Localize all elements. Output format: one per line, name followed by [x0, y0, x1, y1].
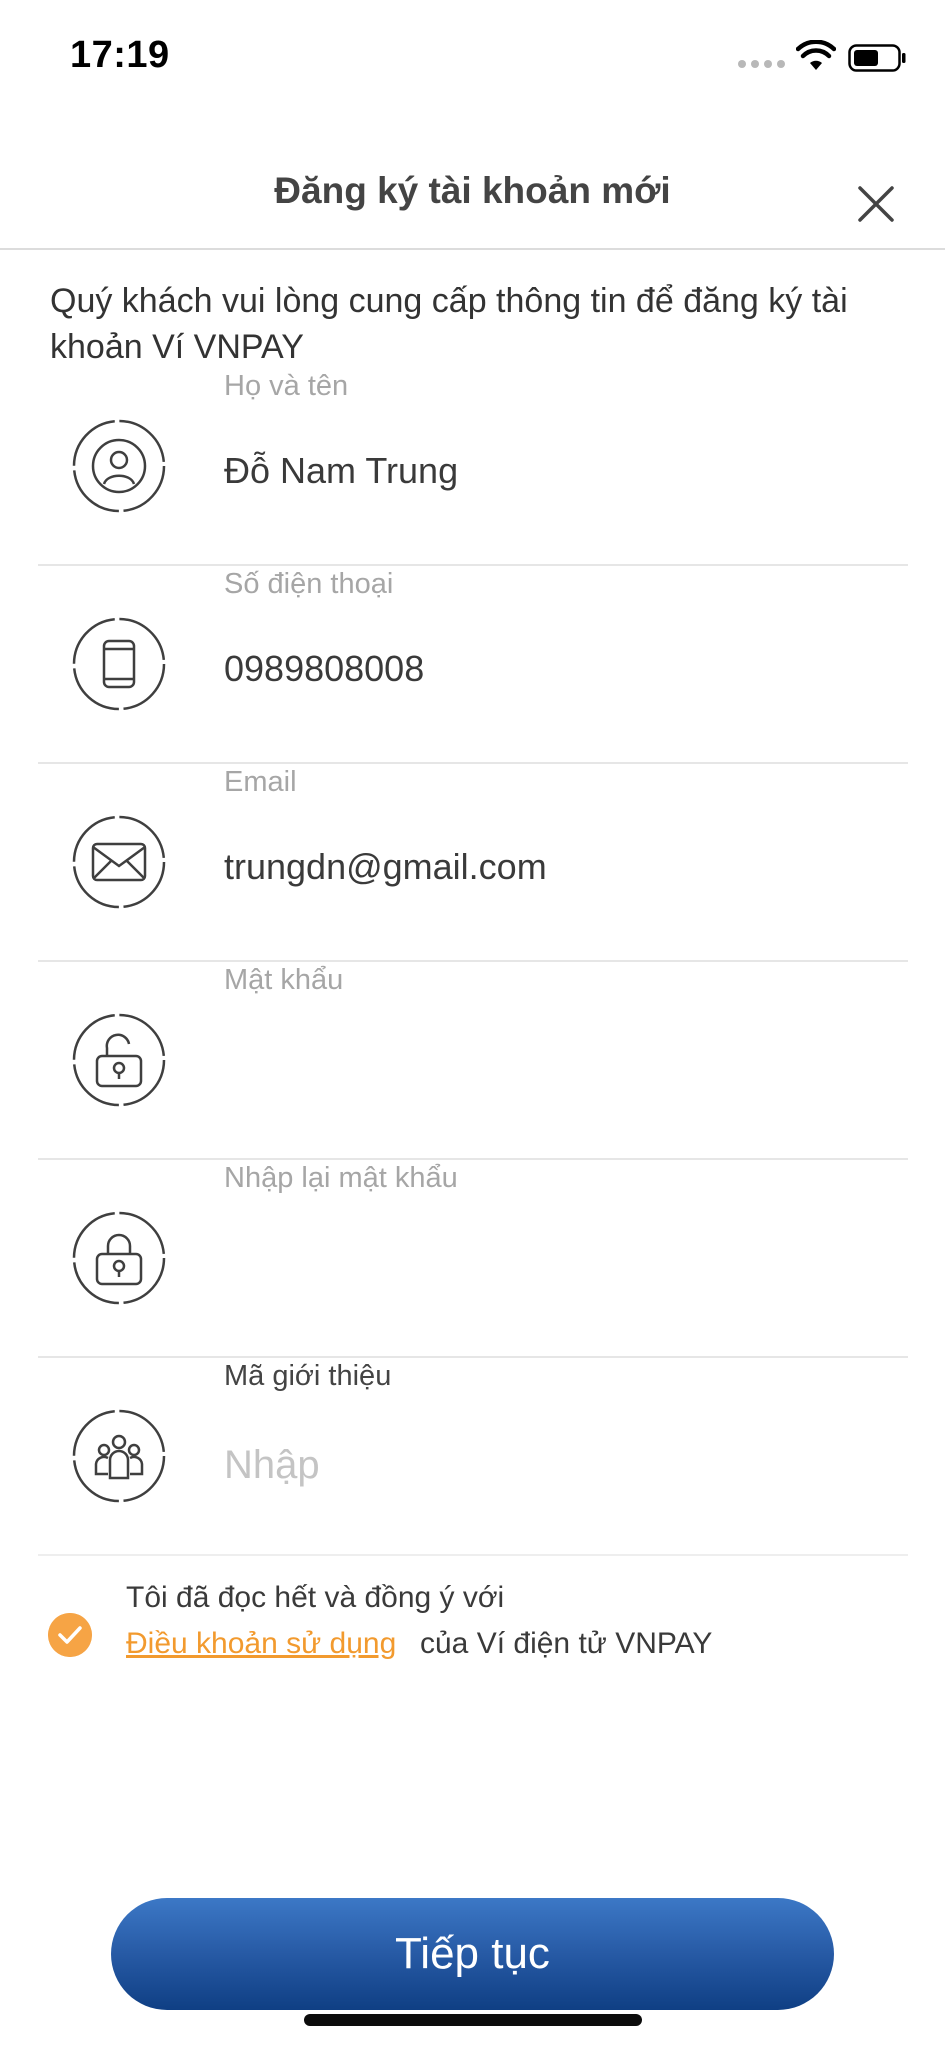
- intro-text: Quý khách vui lòng cung cấp thông tin để…: [50, 282, 848, 366]
- page-title: Đăng ký tài khoản mới: [274, 170, 671, 211]
- register-screen: 17:19 Đăng ký tài khoản mới Quý khách vu…: [0, 0, 945, 2048]
- close-icon[interactable]: [852, 180, 900, 228]
- email-row[interactable]: Email trungdn@gmail.com: [38, 764, 908, 962]
- confirm-password-row[interactable]: Nhập lại mật khẩu: [38, 1160, 908, 1358]
- phone-label: Số điện thoại: [224, 568, 394, 600]
- password-label: Mật khẩu: [224, 964, 344, 996]
- password-row[interactable]: Mật khẩu: [38, 962, 908, 1160]
- terms-agreement: Tôi đã đọc hết và đồng ý với Điều khoản …: [48, 1575, 908, 1685]
- referral-input[interactable]: [224, 1440, 884, 1490]
- home-indicator: [304, 2014, 642, 2026]
- checkbox-checked-icon[interactable]: [48, 1613, 92, 1657]
- full-name-label: Họ và tên: [224, 370, 349, 402]
- confirm-password-label: Nhập lại mật khẩu: [224, 1162, 458, 1194]
- mail-icon: [72, 815, 166, 909]
- email-label: Email: [224, 766, 297, 798]
- phone-input[interactable]: 0989808008: [224, 648, 884, 698]
- email-input[interactable]: trungdn@gmail.com: [224, 846, 884, 896]
- terms-suffix: của Ví điện tử VNPAY: [420, 1627, 713, 1660]
- referral-row[interactable]: Mã giới thiệu: [38, 1358, 908, 1556]
- group-icon: [72, 1409, 166, 1503]
- full-name-input[interactable]: Đỗ Nam Trung: [224, 450, 884, 500]
- lock-icon: [72, 1211, 166, 1305]
- phone-icon: [72, 617, 166, 711]
- unlock-icon: [72, 1013, 166, 1107]
- wifi-icon: [796, 40, 836, 70]
- navigation-header: Đăng ký tài khoản mới: [0, 150, 945, 250]
- user-icon: [72, 419, 166, 513]
- status-time: 17:19: [70, 34, 170, 76]
- continue-button[interactable]: Tiếp tục: [111, 1898, 834, 2010]
- password-input[interactable]: [224, 1044, 884, 1094]
- referral-label: Mã giới thiệu: [224, 1360, 392, 1392]
- terms-text: Tôi đã đọc hết và đồng ý với: [126, 1581, 505, 1614]
- full-name-row[interactable]: Họ và tên Đỗ Nam Trung: [38, 368, 908, 566]
- cellular-signal-icon: [738, 60, 785, 68]
- terms-link[interactable]: Điều khoản sử dụng: [126, 1627, 396, 1661]
- battery-icon: [848, 44, 906, 72]
- status-bar: 17:19: [0, 0, 945, 110]
- confirm-password-input[interactable]: [224, 1242, 884, 1292]
- phone-row[interactable]: Số điện thoại 0989808008: [38, 566, 908, 764]
